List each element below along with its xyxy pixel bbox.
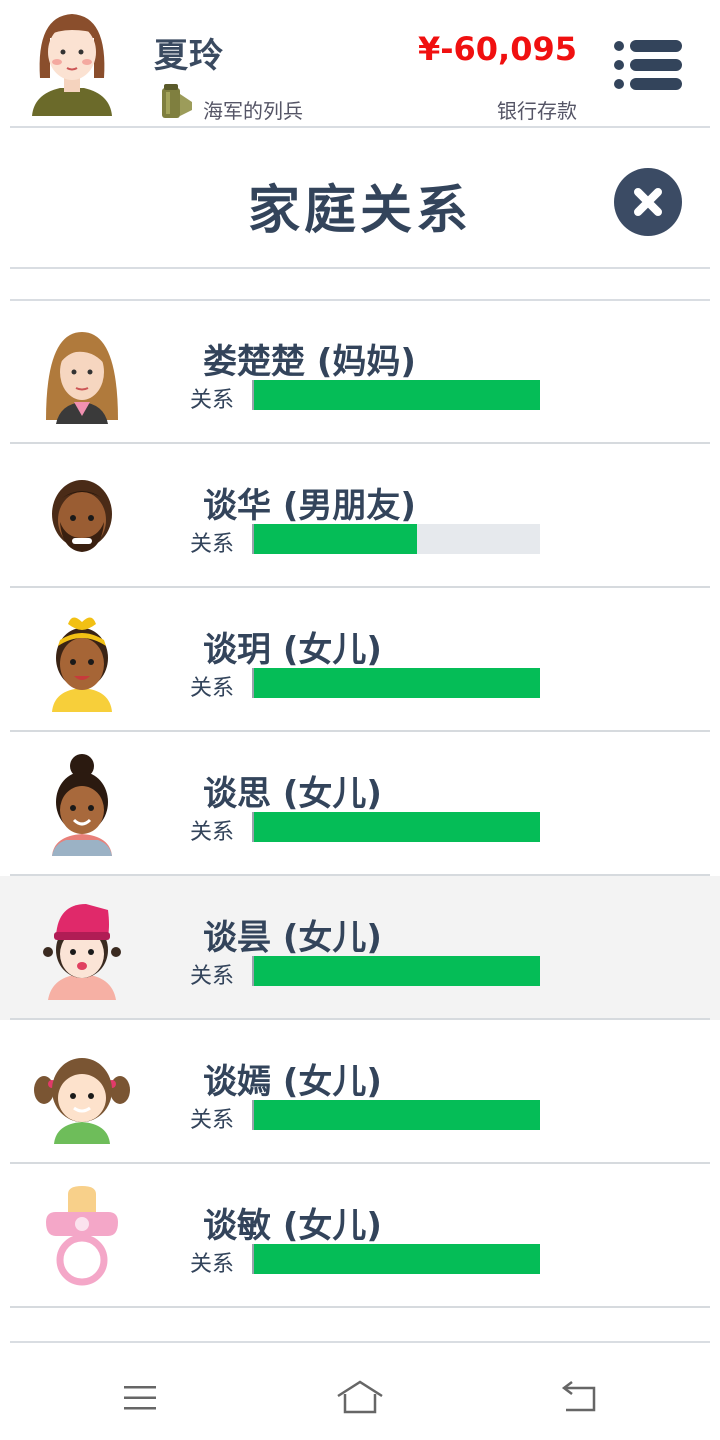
relationship-bar [252, 380, 540, 410]
relationship-row-boyfriend[interactable]: 谈华 (男朋友) 关系 [0, 444, 720, 588]
relationship-bar-fill [254, 668, 540, 698]
daughter-bun-avatar-icon [52, 754, 112, 856]
relationship-name: 谈嫣 (女儿) [203, 1062, 382, 1102]
top-bar: 夏玲 海军的列兵 ¥-60,095 银行存款 [0, 0, 720, 126]
daughter-pink-hat-avatar-icon [43, 904, 121, 1000]
hamburger-list-icon[interactable] [612, 38, 684, 92]
relationship-list: 娄楚楚 (妈妈) 关系 谈华 (男朋友) 关系 谈玥 (女儿) 关系 谈思 (女… [0, 300, 720, 1308]
system-nav-bar [0, 1352, 720, 1440]
relationship-name: 谈玥 (女儿) [203, 630, 382, 670]
relationship-bar [252, 956, 540, 986]
relationship-bar [252, 524, 540, 554]
relationship-row-daughter-5[interactable]: 谈敏 (女儿) 关系 [0, 1164, 720, 1308]
relationship-label: 关系 [190, 532, 235, 557]
boyfriend-avatar-icon [52, 480, 112, 552]
home-icon[interactable] [336, 1378, 384, 1418]
row-divider [10, 1306, 710, 1308]
relationship-label: 关系 [190, 820, 235, 845]
relationship-bar-fill [254, 1100, 540, 1130]
relationship-row-daughter-2[interactable]: 谈思 (女儿) 关系 [0, 732, 720, 876]
header-divider [10, 126, 710, 128]
military-canister-icon [162, 84, 192, 118]
close-x-icon [634, 188, 662, 216]
relationship-label: 关系 [190, 964, 235, 989]
relationship-row-mother[interactable]: 娄楚楚 (妈妈) 关系 [0, 300, 720, 444]
daughter-headband-avatar-icon [52, 617, 112, 712]
job-title: 海军的列兵 [203, 99, 303, 123]
relationship-name: 谈华 (男朋友) [203, 486, 416, 526]
relationship-name: 谈敏 (女儿) [203, 1206, 382, 1246]
relationship-bar-fill [254, 524, 418, 554]
baby-pacifier-icon [46, 1186, 118, 1286]
mother-avatar-icon [46, 332, 118, 424]
relationship-label: 关系 [190, 1108, 235, 1133]
relationship-bar [252, 1244, 540, 1274]
daughter-pigtails-avatar-icon [34, 1058, 130, 1144]
relationship-bar-fill [254, 380, 540, 410]
title-divider [10, 267, 710, 269]
relationship-row-daughter-3[interactable]: 谈昙 (女儿) 关系 [0, 876, 720, 1020]
relationship-row-daughter-4[interactable]: 谈嫣 (女儿) 关系 [0, 1020, 720, 1164]
relationship-name: 娄楚楚 (妈妈) [203, 342, 416, 382]
relationship-bar-fill [254, 1244, 540, 1274]
bank-balance-label: 银行存款 [497, 99, 577, 123]
relationship-label: 关系 [190, 1252, 235, 1277]
relationship-bar-fill [254, 812, 540, 842]
bank-balance: ¥-60,095 [417, 30, 577, 68]
relationship-bar [252, 812, 540, 842]
player-avatar[interactable] [30, 8, 114, 116]
player-name: 夏玲 [154, 36, 224, 76]
relationship-label: 关系 [190, 388, 235, 413]
relationship-name: 谈昙 (女儿) [203, 918, 382, 958]
relationship-name: 谈思 (女儿) [203, 774, 382, 814]
menu-icon[interactable] [116, 1378, 164, 1418]
close-button[interactable] [614, 168, 682, 236]
relationship-bar [252, 1100, 540, 1130]
relationship-row-daughter-1[interactable]: 谈玥 (女儿) 关系 [0, 588, 720, 732]
relationship-bar-fill [254, 956, 540, 986]
list-bottom-divider [10, 1341, 710, 1343]
relationship-bar [252, 668, 540, 698]
back-icon[interactable] [556, 1378, 604, 1418]
relationship-label: 关系 [190, 676, 235, 701]
dialog-title: 家庭关系 [247, 181, 472, 241]
